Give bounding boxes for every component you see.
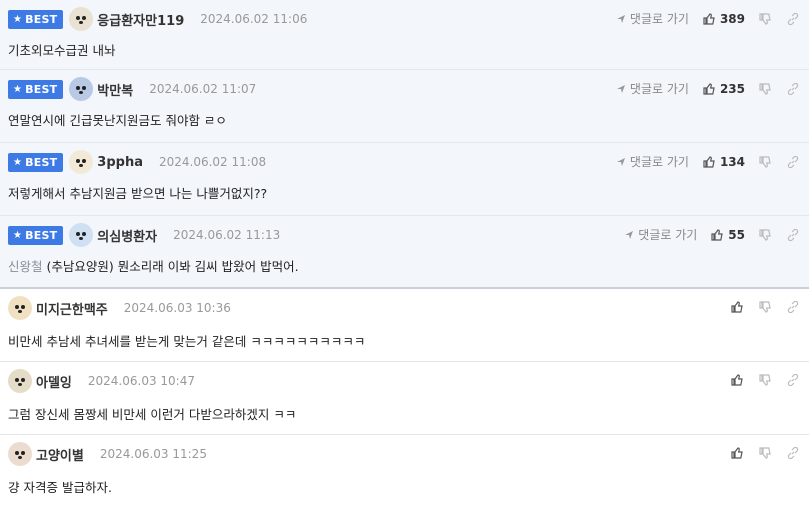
comment: 아델잉 2024.06.03 10:47 그럼 장신세 몸짱세 비만세 이런거 …	[0, 362, 809, 435]
best-badge: ★ BEST	[8, 225, 64, 245]
author-nickname[interactable]: 고양이별	[36, 445, 84, 464]
comment-date: 2024.06.02 11:07	[149, 82, 257, 96]
best-badge: ★ BEST	[8, 152, 64, 172]
comment-date: 2024.06.03 11:25	[99, 447, 207, 461]
go-to-reply-link[interactable]: 댓글로 가기	[616, 153, 689, 170]
comment: 미지근한맥주 2024.06.03 10:36 비만세 추남세 추녀세를 받는게…	[0, 289, 809, 362]
comment-date: 2024.06.02 11:06	[200, 12, 308, 26]
thumbs-up-icon	[711, 228, 724, 241]
thumbs-down-icon[interactable]	[759, 155, 771, 168]
comment-list: ★ BEST 응급환자만119 2024.06.02 11:06 댓글로 가기 3…	[0, 0, 809, 508]
author-nickname[interactable]: 의심병환자	[97, 226, 157, 245]
thumbs-down-icon[interactable]	[759, 228, 771, 241]
arrow-icon	[625, 230, 634, 239]
comment-date: 2024.06.03 10:36	[123, 301, 231, 315]
avatar[interactable]	[69, 7, 94, 31]
author-nickname[interactable]: 미지근한맥주	[36, 299, 108, 318]
comment-text: 기초외모수급권 내놔	[8, 43, 116, 58]
comment-text: 그럼 장신세 몸짱세 비만세 이런거 다받으라하겠지 ㅋㅋ	[8, 407, 297, 422]
thumbs-up-icon[interactable]	[731, 301, 743, 313]
thumbs-up-icon	[703, 82, 715, 95]
comment-text: 연말연시에 긴급못난지원금도 줘야함 ㄹㅇ	[8, 113, 227, 128]
avatar[interactable]	[8, 369, 32, 393]
comment: 고양이별 2024.06.03 11:25 걍 자격증 발급하자.	[0, 435, 809, 508]
comment-text: 저렇게해서 추남지원금 받으면 나는 나쁠거없지??	[8, 186, 268, 201]
best-badge: ★ BEST	[8, 9, 64, 29]
author-nickname[interactable]: 박만복	[97, 80, 133, 99]
star-icon: ★	[13, 83, 23, 95]
link-icon[interactable]	[787, 374, 799, 386]
thumbs-up-icon	[703, 12, 715, 25]
best-comment: ★ BEST 3ppha 2024.06.02 11:08 댓글로 가기 134 …	[0, 143, 809, 216]
best-comment: ★ BEST 박만복 2024.06.02 11:07 댓글로 가기 235 연말…	[0, 70, 809, 143]
thumbs-down-icon[interactable]	[759, 12, 771, 25]
thumbs-down-icon[interactable]	[759, 301, 771, 313]
like-button[interactable]: 389	[703, 12, 745, 26]
like-button[interactable]: 235	[703, 82, 745, 96]
arrow-icon	[616, 14, 625, 23]
avatar[interactable]	[69, 150, 94, 174]
thumbs-down-icon[interactable]	[759, 82, 771, 95]
avatar[interactable]	[69, 77, 94, 101]
link-icon[interactable]	[787, 82, 799, 95]
star-icon: ★	[13, 229, 23, 241]
go-to-reply-link[interactable]: 댓글로 가기	[616, 10, 689, 27]
author-nickname[interactable]: 3ppha	[97, 155, 143, 170]
thumbs-down-icon[interactable]	[759, 374, 771, 386]
avatar[interactable]	[69, 223, 94, 247]
link-icon[interactable]	[787, 228, 799, 241]
author-nickname[interactable]: 응급환자만119	[97, 10, 184, 29]
like-button[interactable]: 134	[703, 155, 745, 169]
comment-text: 걍 자격증 발급하자.	[8, 480, 112, 495]
thumbs-up-icon	[703, 155, 715, 168]
go-to-reply-link[interactable]: 댓글로 가기	[616, 80, 689, 97]
link-icon[interactable]	[787, 301, 799, 313]
comment-text: 신왕철 (추남요양원) 뭔소리래 이봐 김씨 밥왔어 밥먹어.	[8, 259, 299, 274]
link-icon[interactable]	[787, 155, 799, 168]
thumbs-up-icon[interactable]	[731, 447, 743, 459]
link-icon[interactable]	[787, 447, 799, 459]
comment-date: 2024.06.02 11:08	[158, 155, 267, 169]
mentioned-user[interactable]: 신왕철	[8, 259, 43, 274]
avatar[interactable]	[8, 442, 32, 466]
comment-date: 2024.06.02 11:13	[173, 228, 281, 242]
best-comment: ★ BEST 의심병환자 2024.06.02 11:13 댓글로 가기 55 신…	[0, 216, 809, 289]
comment-text: 비만세 추남세 추녀세를 받는게 맞는거 같은데 ㅋㅋㅋㅋㅋㅋㅋㅋㅋㅋ	[8, 334, 366, 349]
like-button[interactable]: 55	[711, 228, 745, 242]
arrow-icon	[616, 157, 625, 166]
thumbs-up-icon[interactable]	[731, 374, 743, 386]
star-icon: ★	[13, 156, 23, 168]
best-comment: ★ BEST 응급환자만119 2024.06.02 11:06 댓글로 가기 3…	[0, 0, 809, 70]
arrow-icon	[616, 84, 625, 93]
star-icon: ★	[13, 13, 23, 25]
comment-date: 2024.06.03 10:47	[87, 374, 195, 388]
go-to-reply-link[interactable]: 댓글로 가기	[624, 226, 697, 243]
best-badge: ★ BEST	[8, 79, 64, 99]
link-icon[interactable]	[787, 12, 799, 25]
thumbs-down-icon[interactable]	[759, 447, 771, 459]
author-nickname[interactable]: 아델잉	[36, 372, 72, 391]
avatar[interactable]	[8, 296, 32, 320]
